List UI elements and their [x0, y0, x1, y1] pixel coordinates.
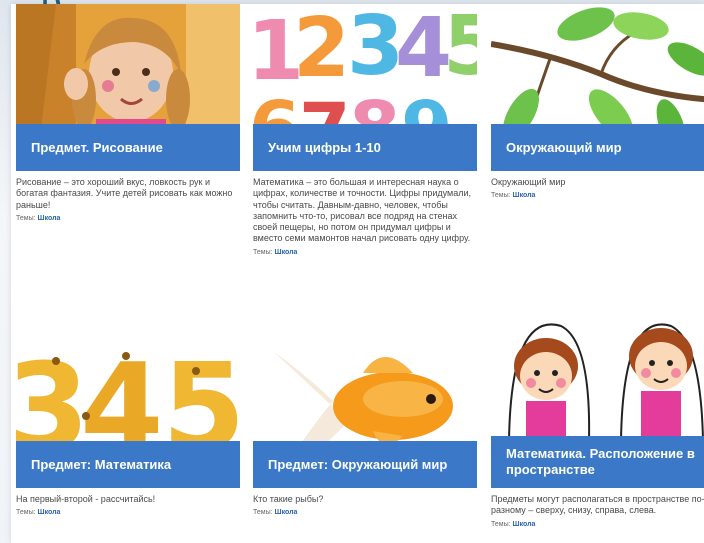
tags-label: Темы: [253, 509, 273, 517]
tag-link[interactable]: Школа [513, 521, 536, 528]
svg-text:2: 2 [293, 4, 350, 96]
tag-link[interactable]: Школа [275, 509, 298, 516]
tag-link[interactable]: Школа [38, 509, 61, 516]
tag-link[interactable]: Школа [38, 215, 61, 222]
card-tags: Темы: Школа [253, 248, 477, 257]
card-image-green-branch[interactable]: Окружающий мир [491, 4, 704, 171]
card-description: Кто такие рыбы? [253, 494, 324, 504]
card-title[interactable]: Предмет: Математика [16, 441, 240, 488]
card-tags: Темы: Школа [253, 508, 477, 517]
tags-label: Темы: [491, 520, 511, 528]
tags-label: Темы: [16, 509, 36, 517]
card-image-colorful-digits[interactable]: 1 2 3 4 5 6 7 8 9 Учим цифры 1-10 [253, 4, 477, 171]
tags-label: Темы: [491, 192, 511, 200]
card-world[interactable]: Окружающий мир Окружающий мир Темы: Школ… [491, 4, 704, 200]
card-description: Рисование – это хороший вкус, ловкость р… [16, 177, 233, 210]
card-tags: Темы: Школа [16, 214, 240, 223]
svg-text:5: 5 [443, 4, 477, 94]
card-description: Математика – это большая и интересная на… [253, 177, 471, 244]
card-grid: Предмет. Рисование Рисование – это хорош… [11, 4, 704, 543]
card-tags: Темы: Школа [491, 520, 704, 529]
card-image-girls-jump-rope[interactable]: Математика. Расположение в пространстве [491, 321, 704, 488]
card-numbers[interactable]: 1 2 3 4 5 6 7 8 9 Учим цифры 1-10 Матема… [253, 4, 477, 257]
card-description: Окружающий мир [491, 177, 566, 187]
card-title[interactable]: Окружающий мир [491, 124, 704, 171]
card-image-honeycomb-numbers[interactable]: 3 4 5 Предмет: Математика [16, 321, 240, 488]
tag-link[interactable]: Школа [513, 192, 536, 199]
card-title[interactable]: Предмет. Рисование [16, 124, 240, 171]
card-tags: Темы: Школа [16, 508, 240, 517]
card-tags: Темы: Школа [491, 191, 704, 200]
tag-link[interactable]: Школа [275, 249, 298, 256]
card-image-goldfish[interactable]: Предмет: Окружающий мир [253, 321, 477, 488]
card-title[interactable]: Учим цифры 1-10 [253, 124, 477, 171]
card-image-girl-painting[interactable]: Предмет. Рисование [16, 4, 240, 171]
tags-label: Темы: [16, 214, 36, 222]
card-drawing[interactable]: Предмет. Рисование Рисование – это хорош… [16, 4, 240, 223]
card-fish[interactable]: Предмет: Окружающий мир Кто такие рыбы? … [253, 321, 477, 517]
tags-label: Темы: [253, 248, 273, 256]
card-space[interactable]: Математика. Расположение в пространстве … [491, 321, 704, 529]
card-description: Предметы могут располагаться в пространс… [491, 494, 704, 516]
card-description: На первый-второй - рассчитайсь! [16, 494, 156, 504]
card-title[interactable]: Математика. Расположение в пространстве [491, 436, 704, 488]
card-title[interactable]: Предмет: Окружающий мир [253, 441, 477, 488]
card-math[interactable]: 3 4 5 Предмет: Математика На первый-втор… [16, 321, 240, 517]
